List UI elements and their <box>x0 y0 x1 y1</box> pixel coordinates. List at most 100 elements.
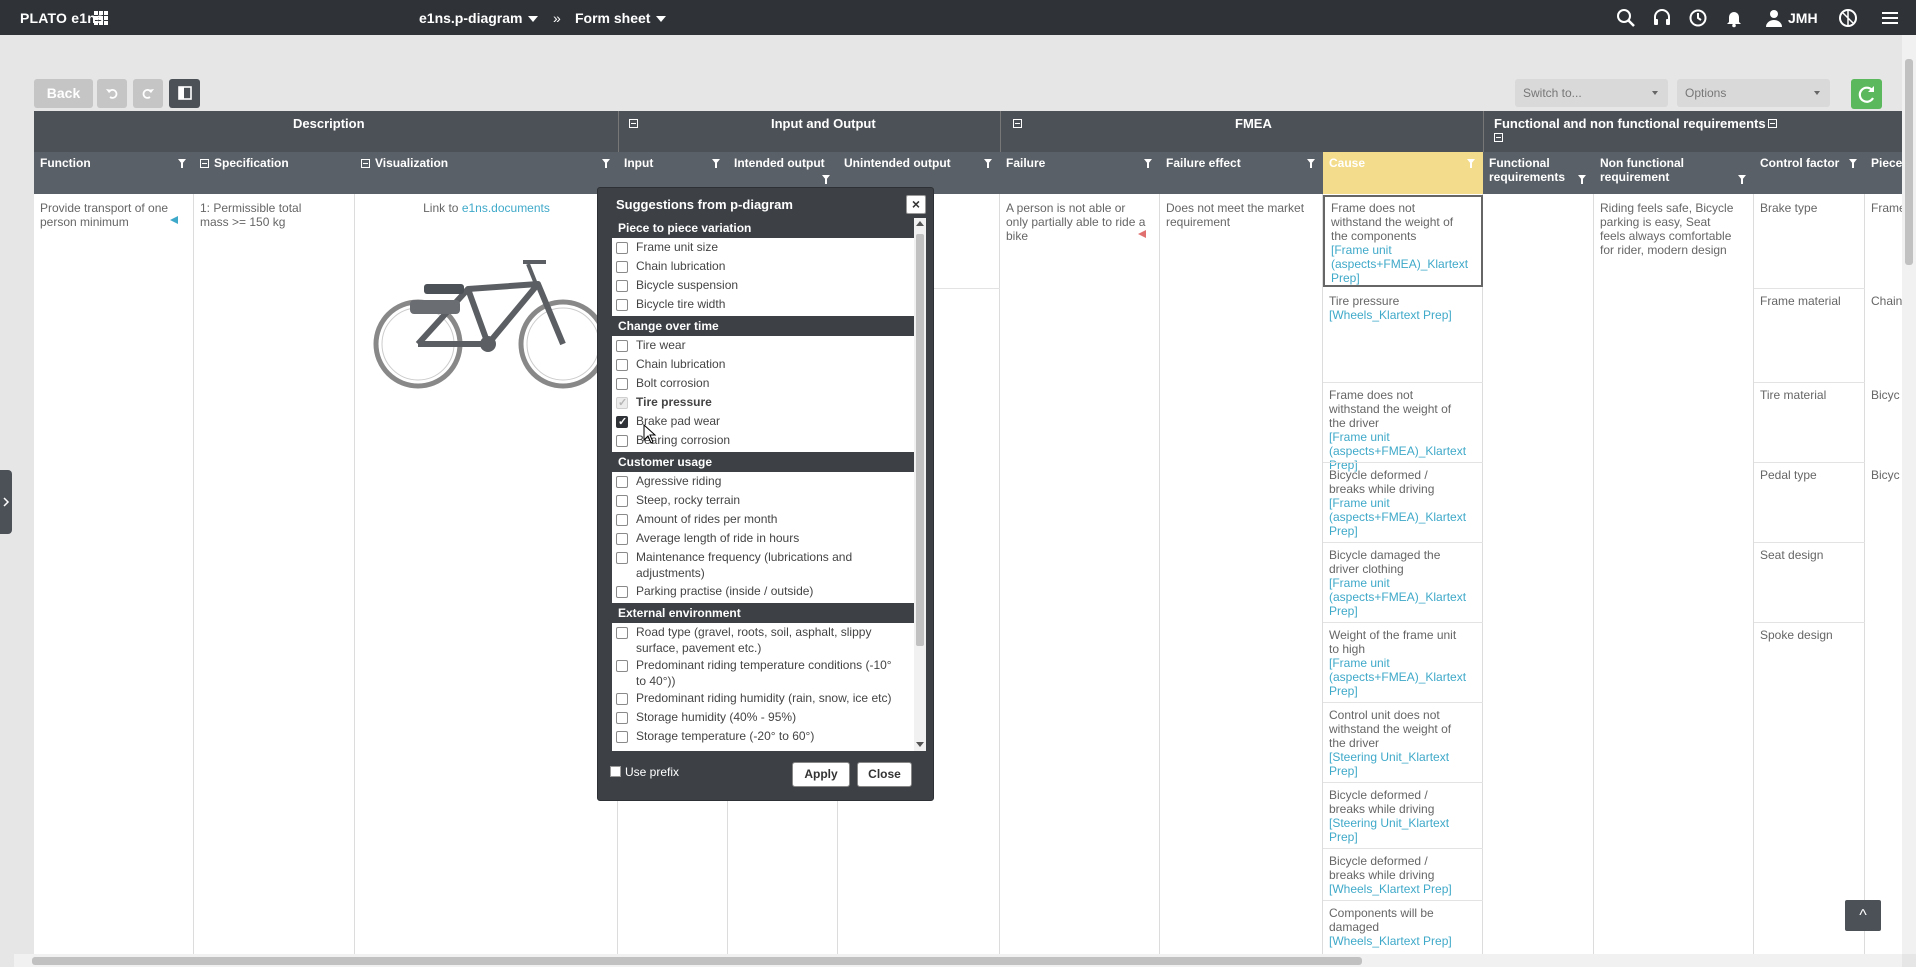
cause-link[interactable]: [Frame unit (aspects+FMEA)_Klartext Prep… <box>1331 243 1468 285</box>
col-specification[interactable]: Specification <box>194 152 355 194</box>
group-fmea[interactable]: FMEA <box>1000 111 1483 152</box>
checkbox[interactable] <box>616 693 628 705</box>
expand-left-icon[interactable] <box>1138 230 1146 238</box>
horizontal-scrollbar[interactable] <box>14 954 1902 967</box>
control-factor-cell[interactable]: Tire material <box>1754 384 1862 406</box>
scrollbar-thumb[interactable] <box>1905 59 1913 265</box>
nonfunctional-cell[interactable]: Riding feels safe, Bicycle parking is ea… <box>1594 197 1744 261</box>
app-brand[interactable]: PLATO e1ns <box>20 10 104 26</box>
suggestion-item[interactable]: Amount of rides per month <box>612 511 899 527</box>
redo-button[interactable] <box>133 79 163 108</box>
hamburger-menu-icon[interactable] <box>1880 8 1900 28</box>
suggestion-item[interactable]: Parking practise (inside / outside) <box>612 583 899 599</box>
cause-cell[interactable]: Control unit does not withstand the weig… <box>1323 704 1473 782</box>
filter-icon[interactable] <box>984 159 992 168</box>
layout-toggle-button[interactable] <box>169 79 200 108</box>
collapse-icon[interactable] <box>1013 119 1022 128</box>
filter-icon[interactable] <box>1849 159 1857 168</box>
filter-icon[interactable] <box>1578 175 1586 184</box>
language-icon[interactable] <box>1838 8 1858 28</box>
expand-left-icon[interactable] <box>170 216 178 224</box>
cause-cell[interactable]: Bicycle deformed / breaks while driving[… <box>1323 464 1473 542</box>
dialog-scrollbar[interactable] <box>914 218 926 751</box>
cause-cell[interactable]: Bicycle deformed / breaks while driving[… <box>1323 850 1473 900</box>
visualization-cell[interactable]: Link to e1ns.documents <box>355 197 618 219</box>
history-clock-icon[interactable] <box>1688 8 1708 28</box>
cause-cell[interactable]: Bicycle damaged the driver clothing [Fram… <box>1323 544 1473 622</box>
piece-cell[interactable]: Bicyc <box>1865 464 1902 486</box>
col-control-factor[interactable]: Control factor <box>1754 152 1865 194</box>
cause-cell[interactable]: Bicycle deformed / breaks while driving[… <box>1323 784 1473 848</box>
cause-cell[interactable]: Weight of the frame unit to high [Frame u… <box>1323 624 1473 702</box>
suggestion-item[interactable]: Steep, rocky terrain <box>612 492 899 508</box>
failure-effect-cell[interactable]: Does not meet the market requirement <box>1160 197 1316 233</box>
group-requirements[interactable]: Functional and non functional requiremen… <box>1483 111 1902 152</box>
filter-icon[interactable] <box>1467 159 1475 168</box>
scroll-to-top-button[interactable]: ^ <box>1845 900 1881 931</box>
checkbox[interactable] <box>616 660 628 672</box>
suggestion-item[interactable]: Tire wear <box>612 337 899 353</box>
group-input-output[interactable]: Input and Output <box>618 111 1000 152</box>
checkbox[interactable] <box>616 280 628 292</box>
cause-cell[interactable]: Components will be damaged [Wheels_Klarte… <box>1323 902 1473 952</box>
function-cell[interactable]: Provide transport of one person minimum <box>34 197 184 233</box>
scrollbar-thumb[interactable] <box>32 957 1362 965</box>
suggestion-item[interactable]: Predominant riding humidity (rain, snow,… <box>612 690 899 706</box>
checkbox[interactable] <box>616 340 628 352</box>
col-visualization[interactable]: Visualization <box>355 152 618 194</box>
dialog-close-x-button[interactable]: × <box>906 195 926 214</box>
col-function[interactable]: Function <box>34 152 194 194</box>
suggestion-item[interactable]: Agressive riding <box>612 473 899 489</box>
suggestion-item[interactable]: Average length of ride in hours <box>612 530 899 546</box>
collapse-icon[interactable] <box>629 119 638 128</box>
cause-link[interactable]: [Frame unit (aspects+FMEA)_Klartext Prep… <box>1329 656 1466 698</box>
checkbox[interactable] <box>616 476 628 488</box>
suggestion-item[interactable]: Road type (gravel, roots, soil, asphalt,… <box>612 624 899 656</box>
collapse-icon[interactable] <box>200 159 209 169</box>
checkbox[interactable] <box>616 533 628 545</box>
use-prefix-checkbox[interactable] <box>610 766 621 777</box>
checkbox[interactable] <box>616 586 628 598</box>
suggestion-item[interactable]: Bicycle tire width <box>612 296 899 312</box>
suggestion-item[interactable]: Storage humidity (40% - 95%) <box>612 709 899 725</box>
collapse-icon[interactable] <box>361 159 370 169</box>
undo-button[interactable] <box>97 79 127 108</box>
notification-bell-icon[interactable] <box>1724 8 1744 28</box>
control-factor-cell[interactable]: Brake type <box>1754 197 1862 219</box>
checkbox[interactable] <box>616 242 628 254</box>
cause-link[interactable]: [Frame unit (aspects+FMEA)_Klartext Prep… <box>1329 576 1466 618</box>
user-name[interactable]: JMH <box>1788 10 1818 26</box>
side-panel-handle[interactable] <box>0 470 12 534</box>
failure-cell[interactable]: A person is not able or only partially a… <box>1000 197 1156 247</box>
user-icon[interactable] <box>1764 8 1784 28</box>
cause-cell[interactable]: Tire pressure [Wheels_Klartext Prep] <box>1323 290 1473 326</box>
switch-to-select[interactable]: Switch to... <box>1515 79 1668 107</box>
vertical-scrollbar[interactable] <box>1902 35 1916 954</box>
collapse-icon[interactable] <box>1768 119 1777 128</box>
checkbox[interactable] <box>616 435 628 447</box>
piece-cell[interactable]: Bicyc <box>1865 384 1902 406</box>
suggestion-item[interactable]: Frame unit size <box>612 239 899 255</box>
options-select[interactable]: Options <box>1677 79 1830 107</box>
view-dropdown[interactable]: Form sheet <box>575 10 667 26</box>
cause-link[interactable]: [Wheels_Klartext Prep] <box>1329 934 1452 948</box>
control-factor-cell[interactable]: Seat design <box>1754 544 1862 566</box>
filter-icon[interactable] <box>822 175 830 184</box>
collapse-icon[interactable] <box>1494 133 1503 142</box>
checkbox[interactable] <box>616 261 628 273</box>
scrollbar-thumb[interactable] <box>916 234 924 646</box>
cause-cell[interactable]: Frame does not withstand the weight of t… <box>1325 197 1475 289</box>
filter-icon[interactable] <box>602 159 610 168</box>
checkbox-checked[interactable] <box>616 414 628 430</box>
piece-cell[interactable]: Chain <box>1865 290 1902 312</box>
checkbox[interactable] <box>616 514 628 526</box>
apply-button[interactable]: Apply <box>792 762 850 787</box>
search-icon[interactable] <box>1616 8 1636 28</box>
checkbox[interactable] <box>616 731 628 743</box>
cause-link[interactable]: [Steering Unit_Klartext Prep] <box>1329 816 1449 844</box>
cause-link[interactable]: [Frame unit (aspects+FMEA)_Klartext Prep… <box>1329 496 1466 538</box>
cause-link[interactable]: [Wheels_Klartext Prep] <box>1329 882 1452 896</box>
specification-cell[interactable]: 1: Permissible total mass >= 150 kg <box>194 197 334 233</box>
filter-icon[interactable] <box>1738 175 1746 184</box>
suggestion-item[interactable]: Chain lubrication <box>612 356 899 372</box>
